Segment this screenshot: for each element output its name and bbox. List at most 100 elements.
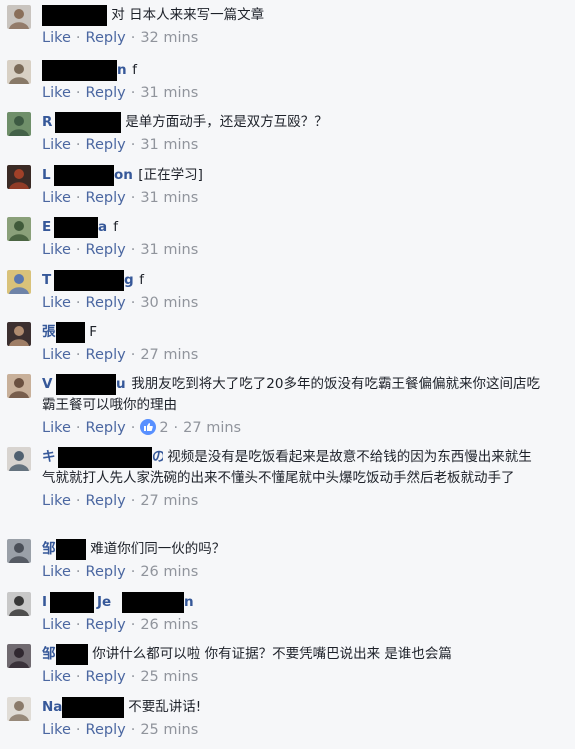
comment-text: F	[89, 324, 98, 340]
like-link[interactable]: Like	[42, 617, 71, 633]
timestamp[interactable]: 31 mins	[140, 85, 198, 101]
avatar[interactable]	[7, 60, 31, 84]
like-link[interactable]: Like	[42, 564, 71, 580]
separator: ·	[130, 190, 136, 206]
like-reaction-icon[interactable]	[140, 419, 157, 435]
comment-body: キの 视频是没有是吃饭看起来是故意不给钱的因为东西慢出来就生气就就打人先人家洗碗…	[42, 447, 545, 510]
timestamp[interactable]: 32 mins	[140, 30, 198, 46]
redaction-bar	[56, 644, 88, 665]
reply-link[interactable]: Reply	[86, 617, 126, 633]
commenter-name[interactable]: Ea	[42, 217, 109, 238]
avatar[interactable]	[7, 270, 31, 294]
commenter-name-prefix: I	[42, 594, 48, 610]
redaction-bar	[54, 165, 114, 186]
avatar[interactable]	[7, 112, 31, 136]
timestamp[interactable]: 25 mins	[140, 722, 198, 738]
separator: ·	[130, 564, 136, 580]
like-link[interactable]: Like	[42, 420, 71, 436]
comment-text-line: 邹 你讲什么都可以啦 你有证据？不要凭嘴巴说出来 是谁也会篇	[42, 644, 545, 665]
redaction-bar	[56, 322, 85, 343]
like-link[interactable]: Like	[42, 295, 71, 311]
reply-link[interactable]: Reply	[86, 242, 126, 258]
like-link[interactable]: Like	[42, 242, 71, 258]
avatar[interactable]	[7, 644, 31, 668]
comment-text-line: キの 视频是没有是吃饭看起来是故意不给钱的因为东西慢出来就生气就就打人先人家洗碗…	[42, 447, 545, 489]
commenter-name[interactable]: Tg	[42, 270, 135, 291]
commenter-name[interactable]: n	[42, 60, 128, 81]
commenter-name[interactable]: 張	[42, 322, 85, 343]
avatar[interactable]	[7, 592, 31, 616]
timestamp[interactable]: 26 mins	[140, 617, 198, 633]
timestamp[interactable]: 27 mins	[183, 420, 241, 436]
reply-link[interactable]: Reply	[86, 137, 126, 153]
person-icon	[9, 701, 29, 721]
landscape-icon	[9, 116, 29, 136]
comment-body: I Je n Like · Reply · 26 mins	[42, 592, 545, 634]
like-link[interactable]: Like	[42, 190, 71, 206]
commenter-name-middle: Je	[97, 594, 112, 610]
comment-actions: Like · Reply · 2 · 27 mins	[42, 419, 545, 437]
reply-link[interactable]: Reply	[86, 564, 126, 580]
reply-link[interactable]: Reply	[86, 420, 126, 436]
like-link[interactable]: Like	[42, 493, 71, 509]
comment-text-line: n f	[42, 60, 545, 81]
timestamp[interactable]: 25 mins	[140, 669, 198, 685]
redaction-bar	[55, 112, 121, 133]
reply-link[interactable]: Reply	[86, 493, 126, 509]
reaction-count[interactable]: 2	[159, 420, 168, 436]
comment-actions: Like · Reply · 31 mins	[42, 84, 545, 102]
comment-body: Na 不要乱讲话! Like · Reply · 25 mins	[42, 697, 545, 739]
reply-link[interactable]: Reply	[86, 669, 126, 685]
commenter-name[interactable]: Vu	[42, 374, 127, 395]
timestamp[interactable]: 27 mins	[140, 347, 198, 363]
comment-body: Tg f Like · Reply · 30 mins	[42, 270, 545, 312]
person-icon	[9, 543, 29, 563]
like-link[interactable]: Like	[42, 30, 71, 46]
avatar[interactable]	[7, 165, 31, 189]
reply-link[interactable]: Reply	[86, 347, 126, 363]
avatar[interactable]	[7, 217, 31, 241]
timestamp[interactable]: 31 mins	[140, 137, 198, 153]
person-icon	[9, 9, 29, 29]
comment-body: R 是单方面动手，还是双方互殴？？ Like · Reply · 31 mins	[42, 112, 545, 154]
like-link[interactable]: Like	[42, 669, 71, 685]
avatar[interactable]	[7, 539, 31, 563]
commenter-name[interactable]: Na	[42, 697, 124, 718]
comment-text: 不要乱讲话!	[128, 699, 202, 715]
redaction-bar	[42, 5, 107, 26]
timestamp[interactable]: 27 mins	[140, 493, 198, 509]
like-link[interactable]: Like	[42, 85, 71, 101]
commenter-name-prefix: T	[42, 272, 52, 288]
timestamp[interactable]: 31 mins	[140, 190, 198, 206]
timestamp[interactable]: 26 mins	[140, 564, 198, 580]
commenter-name[interactable]: 邹	[42, 539, 86, 560]
avatar[interactable]	[7, 697, 31, 721]
reply-link[interactable]: Reply	[86, 190, 126, 206]
separator: ·	[130, 347, 136, 363]
person-icon	[9, 64, 29, 84]
comment-body: Lon [正在学习] Like · Reply · 31 mins	[42, 165, 545, 207]
like-link[interactable]: Like	[42, 137, 71, 153]
commenter-name[interactable]: キの	[42, 447, 163, 468]
commenter-name-prefix: Na	[42, 699, 63, 715]
commenter-name[interactable]: I Je n	[42, 592, 195, 613]
commenter-name-suffix: n	[117, 62, 127, 78]
reply-link[interactable]: Reply	[86, 722, 126, 738]
commenter-name[interactable]: 邹	[42, 644, 88, 665]
avatar[interactable]	[7, 447, 31, 471]
avatar[interactable]	[7, 374, 31, 398]
reply-link[interactable]: Reply	[86, 295, 126, 311]
reply-link[interactable]: Reply	[86, 30, 126, 46]
avatar[interactable]	[7, 5, 31, 29]
separator: ·	[75, 722, 81, 738]
commenter-name[interactable]: R	[42, 112, 121, 133]
timestamp[interactable]: 31 mins	[140, 242, 198, 258]
reply-link[interactable]: Reply	[86, 85, 126, 101]
like-link[interactable]: Like	[42, 722, 71, 738]
avatar[interactable]	[7, 322, 31, 346]
commenter-name[interactable]	[42, 5, 107, 26]
like-link[interactable]: Like	[42, 347, 71, 363]
commenter-name[interactable]: Lon	[42, 165, 134, 186]
redaction-bar	[54, 270, 124, 291]
timestamp[interactable]: 30 mins	[140, 295, 198, 311]
